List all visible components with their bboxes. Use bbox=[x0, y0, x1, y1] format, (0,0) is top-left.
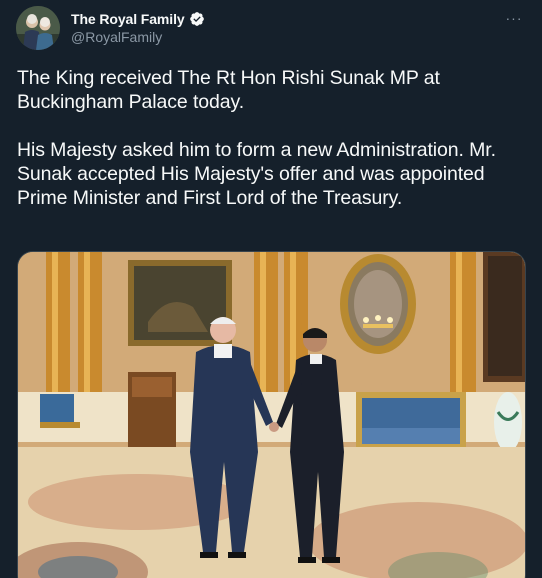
photo-image bbox=[18, 252, 525, 578]
tweet-card: The Royal Family @RoyalFamily ··· The Ki… bbox=[0, 0, 542, 578]
tweet-text: The King received The Rt Hon Rishi Sunak… bbox=[17, 66, 527, 210]
tweet-paragraph: The King received The Rt Hon Rishi Sunak… bbox=[17, 67, 440, 113]
author-display-name[interactable]: The Royal Family bbox=[71, 11, 185, 27]
more-options-glyph: ··· bbox=[505, 10, 523, 26]
verified-badge-icon bbox=[189, 11, 205, 27]
author-info: The Royal Family @RoyalFamily bbox=[71, 9, 205, 45]
author-avatar[interactable] bbox=[16, 6, 60, 50]
avatar-photo-icon bbox=[16, 6, 60, 50]
tweet-photo[interactable] bbox=[17, 251, 526, 578]
author-handle[interactable]: @RoyalFamily bbox=[71, 29, 205, 45]
more-options-icon[interactable]: ··· bbox=[504, 8, 524, 28]
display-name-row: The Royal Family bbox=[71, 9, 205, 28]
tweet-paragraph: His Majesty asked him to form a new Admi… bbox=[17, 139, 496, 209]
